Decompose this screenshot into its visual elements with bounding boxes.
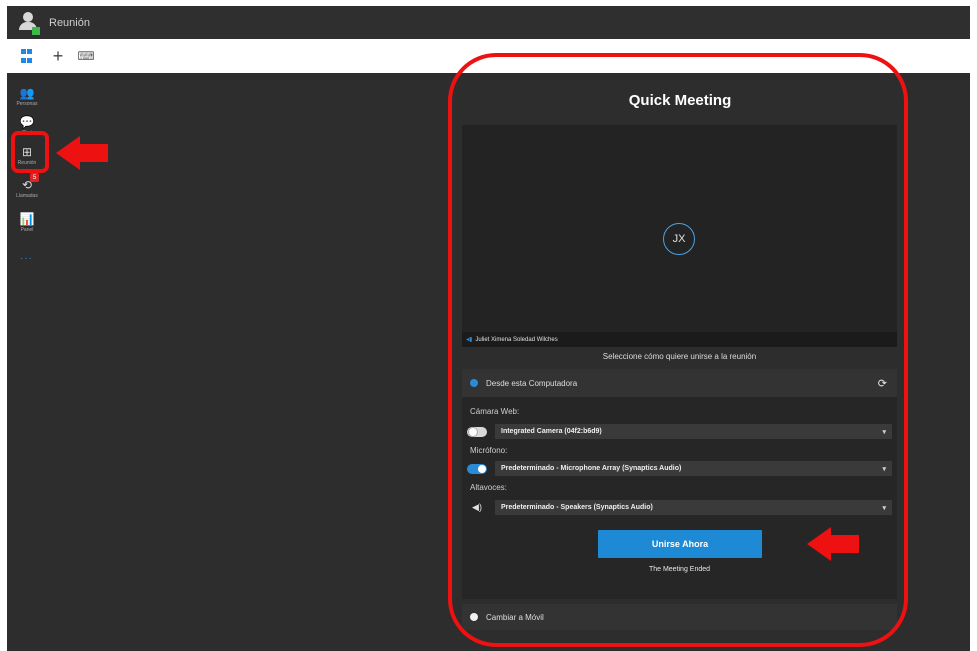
rail-label: Llamadas [16,193,38,199]
notification-badge: 5 [30,173,39,182]
more-icon[interactable]: ··· [20,253,33,264]
dialpad-icon[interactable]: ⌨ [77,47,95,65]
plus-icon[interactable]: + [49,46,67,66]
chat-icon: 💬 [19,115,35,129]
user-avatar[interactable] [17,11,40,35]
window-title: Reunión [49,16,90,29]
panel-highlight-annotation [448,53,908,647]
windows-icon[interactable] [17,47,35,65]
rail-item-panel[interactable]: 📊 Panel [7,203,47,243]
rail-highlight-annotation [11,131,49,173]
panel-icon: 📊 [19,212,35,226]
people-icon: 👥 [19,86,35,100]
red-arrow-icon [56,136,110,170]
rail-label: Panel [20,227,34,233]
presence-indicator [32,26,40,35]
title-bar: Reunión [7,6,970,39]
